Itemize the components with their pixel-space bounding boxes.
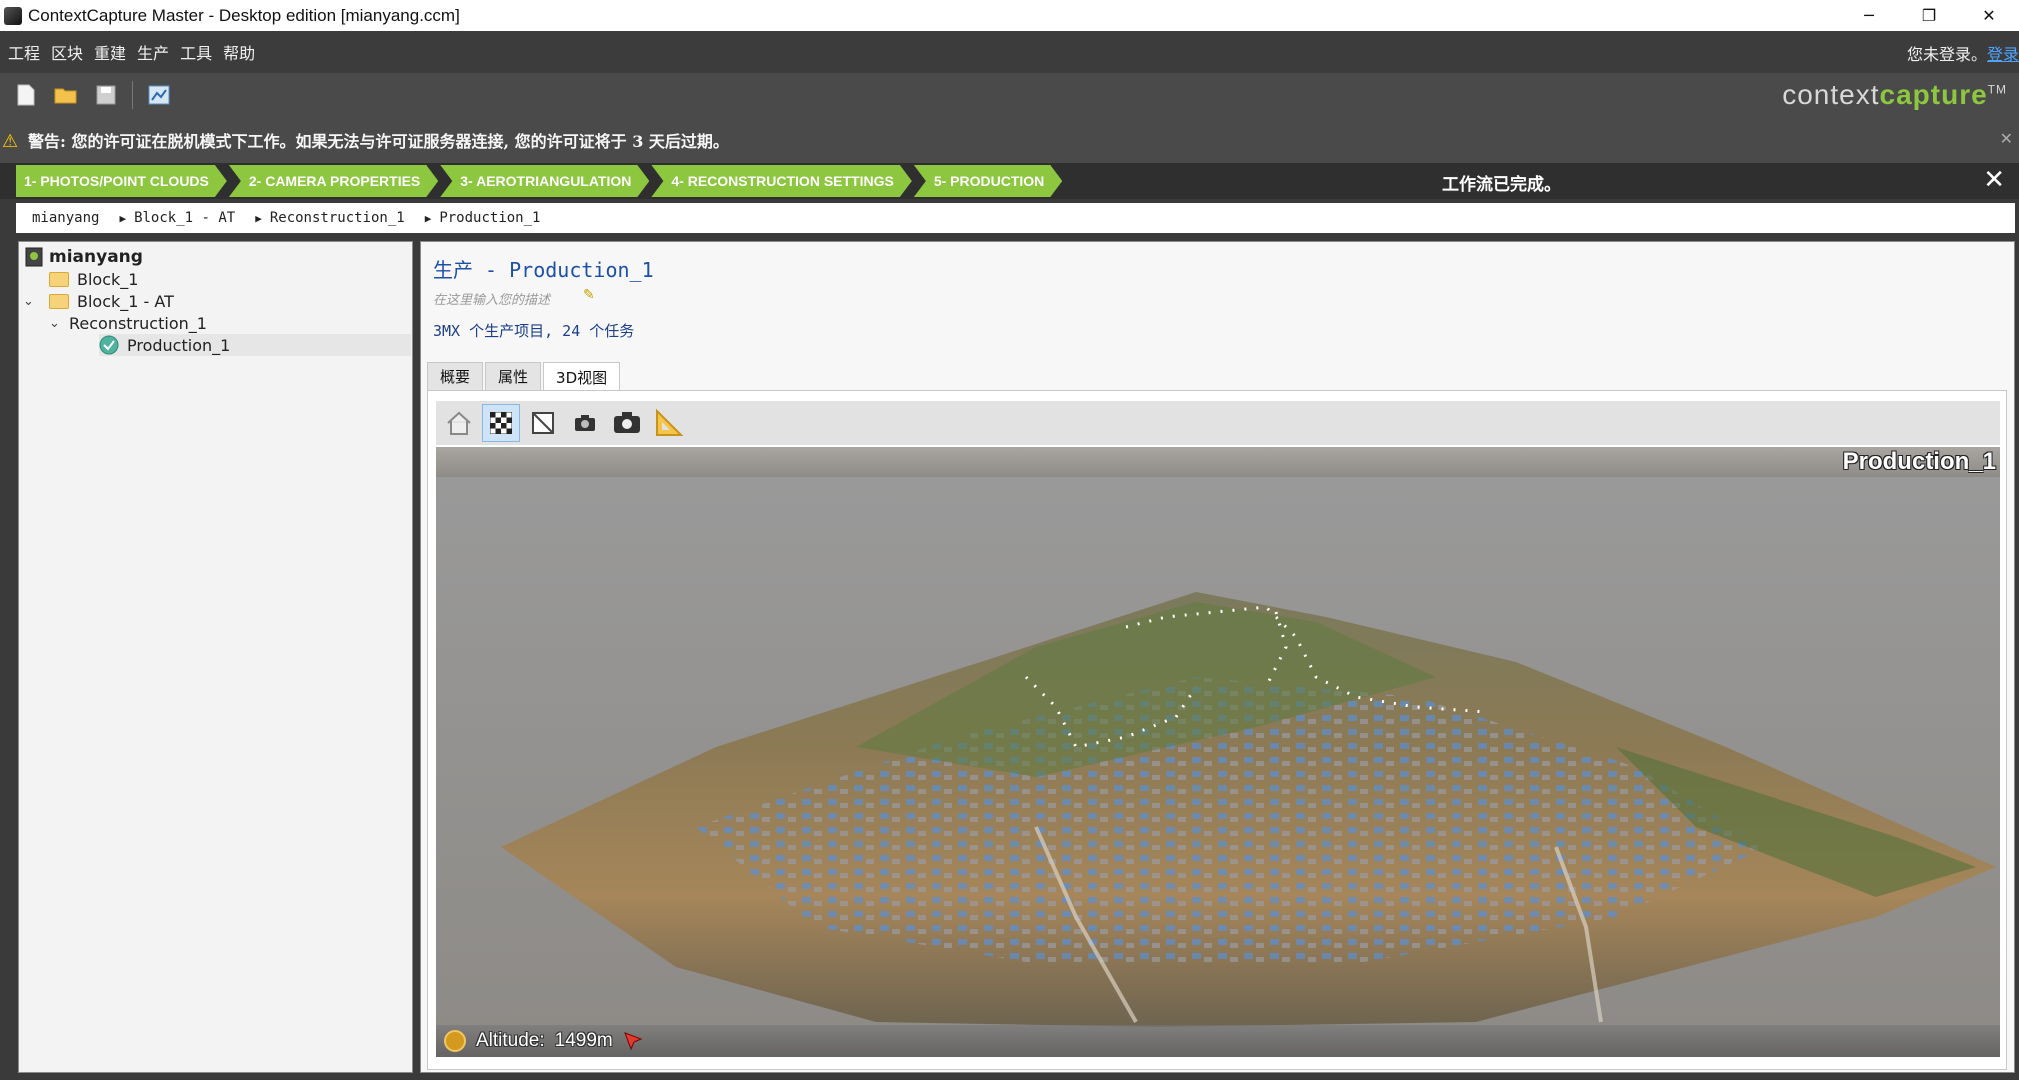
home-icon[interactable] [440, 404, 478, 442]
menu-bar: 工程 区块 重建 生产 工具 帮助 您未登录。登录 [0, 31, 2019, 73]
3d-viewport[interactable]: Production_1 Altitude: 1499m [436, 447, 2000, 1057]
menu-block[interactable]: 区块 [51, 40, 83, 64]
window-title: ContextCapture Master - Desktop edition … [28, 5, 460, 25]
tree-label-block1-at: Block_1 - AT [77, 291, 174, 311]
open-project-icon[interactable] [52, 81, 80, 109]
breadcrumb-item[interactable]: Reconstruction_1 [270, 210, 405, 226]
production-panel: 生产 - Production_1 在这里输入您的描述 ✎ 3MX 个生产项目,… [420, 241, 2015, 1073]
chevron-down-icon[interactable]: ⌄ [23, 294, 45, 309]
production-summary: 3MX 个生产项目, 24 个任务 [433, 322, 635, 340]
project-tree: mianyang Block_1 ⌄ Block_1 - AT ⌄ Recons… [18, 241, 413, 1073]
screenshot-icon[interactable] [566, 404, 604, 442]
workflow-bar: 1- PHOTOS/POINT CLOUDS 2- CAMERA PROPERT… [0, 163, 2019, 199]
login-status-text: 您未登录。 [1906, 45, 1987, 64]
menu-reconstruction[interactable]: 重建 [94, 40, 126, 64]
3d-view-pane: Production_1 Altitude: 1499m [427, 390, 2007, 1070]
chevron-down-icon[interactable]: ⌄ [49, 316, 69, 331]
login-link[interactable]: 登录 [1987, 45, 2019, 64]
tree-label-reconstruction: Reconstruction_1 [69, 313, 207, 333]
tab-3d-view[interactable]: 3D视图 [543, 362, 621, 391]
tree-node-reconstruction[interactable]: ⌄ Reconstruction_1 [49, 312, 207, 334]
brand-tm: TM [1987, 82, 2007, 97]
breadcrumb-arrow-icon: ▶ [424, 211, 432, 225]
workflow-status: 工作流已完成。 [1442, 175, 1561, 195]
breadcrumb: mianyang ▶ Block_1 - AT ▶ Reconstruction… [16, 203, 2015, 233]
tab-strip: 概要 属性 3D视图 [427, 362, 622, 391]
tab-properties[interactable]: 属性 [485, 362, 542, 390]
project-icon [25, 247, 43, 267]
app-icon [4, 6, 22, 25]
window-controls: ─ ❐ ✕ [1839, 0, 2019, 31]
altitude-value: 1499m [554, 1030, 613, 1051]
menu-tools[interactable]: 工具 [180, 40, 212, 64]
tree-label-project: mianyang [49, 247, 143, 267]
tree-label-production: Production_1 [127, 335, 231, 355]
compass-arrow-icon [623, 1032, 643, 1051]
restore-button[interactable]: ❐ [1899, 0, 1959, 31]
step-photos[interactable]: 1- PHOTOS/POINT CLOUDS [16, 165, 227, 197]
breadcrumb-arrow-icon: ▶ [255, 211, 262, 225]
new-project-icon[interactable] [12, 81, 40, 109]
breadcrumb-item[interactable]: Production_1 [439, 210, 540, 226]
login-status: 您未登录。登录 [1907, 41, 2019, 65]
save-project-icon[interactable] [92, 81, 120, 109]
checker-texture-icon[interactable] [482, 404, 520, 442]
folder-icon [49, 271, 69, 287]
folder-icon [49, 293, 69, 309]
brand-prefix: context [1782, 79, 1880, 110]
warning-icon: ⚠ [2, 131, 19, 152]
minimize-button[interactable]: ─ [1839, 0, 1899, 31]
viewer-toolbar [436, 401, 2000, 445]
tab-general[interactable]: 概要 [427, 362, 484, 390]
step-production[interactable]: 5- PRODUCTION [914, 165, 1062, 197]
edit-pencil-icon[interactable]: ✎ [583, 287, 599, 303]
contextcapture-logo: contextcaptureTM [1782, 79, 2007, 111]
close-warning-button[interactable]: ✕ [2000, 129, 2013, 148]
menu-help[interactable]: 帮助 [223, 40, 255, 64]
viewport-statusbar: Altitude: 1499m [436, 1025, 2000, 1057]
measure-icon[interactable] [650, 404, 688, 442]
reconstructed-model [501, 592, 1996, 1027]
breadcrumb-item[interactable]: mianyang [32, 210, 99, 226]
step-camera-properties[interactable]: 2- CAMERA PROPERTIES [229, 165, 438, 197]
menu-project[interactable]: 工程 [8, 40, 40, 64]
breadcrumb-item[interactable]: Block_1 - AT [134, 210, 235, 226]
camera-icon[interactable] [608, 404, 646, 442]
main-toolbar: contextcaptureTM [0, 73, 2019, 117]
settings-icon[interactable] [145, 81, 173, 109]
description-field[interactable]: 在这里输入您的描述 [433, 289, 550, 308]
page-title: 生产 - Production_1 [433, 258, 654, 282]
license-warning-bar: ⚠ 警告: 您的许可证在脱机模式下工作。如果无法与许可证服务器连接, 您的许可证… [0, 117, 2019, 163]
tree-node-project[interactable]: mianyang [25, 246, 143, 268]
brand-accent: capture [1879, 79, 1988, 110]
tree-node-block1-at[interactable]: ⌄ Block_1 - AT [23, 290, 174, 312]
menu-production[interactable]: 生产 [137, 40, 169, 64]
close-workflow-button[interactable]: ✕ [1983, 165, 2005, 195]
toolbar-divider [132, 81, 133, 109]
check-circle-icon [99, 335, 119, 355]
wireframe-icon[interactable] [524, 404, 562, 442]
tree-node-block1[interactable]: Block_1 [49, 268, 138, 290]
workflow-steps: 1- PHOTOS/POINT CLOUDS 2- CAMERA PROPERT… [16, 165, 1064, 197]
tree-label-block1: Block_1 [77, 269, 139, 289]
altitude-label: Altitude: [476, 1030, 545, 1051]
close-window-button[interactable]: ✕ [1959, 0, 2019, 31]
step-reconstruction-settings[interactable]: 4- RECONSTRUCTION SETTINGS [651, 165, 911, 197]
license-warning-text: 警告: 您的许可证在脱机模式下工作。如果无法与许可证服务器连接, 您的许可证将于… [28, 132, 729, 151]
tree-node-production[interactable]: Production_1 [99, 334, 411, 356]
breadcrumb-arrow-icon: ▶ [119, 211, 127, 225]
altitude-icon [444, 1030, 466, 1052]
step-aerotriangulation[interactable]: 3- AEROTRIANGULATION [440, 165, 649, 197]
window-titlebar: ContextCapture Master - Desktop edition … [0, 0, 2019, 31]
